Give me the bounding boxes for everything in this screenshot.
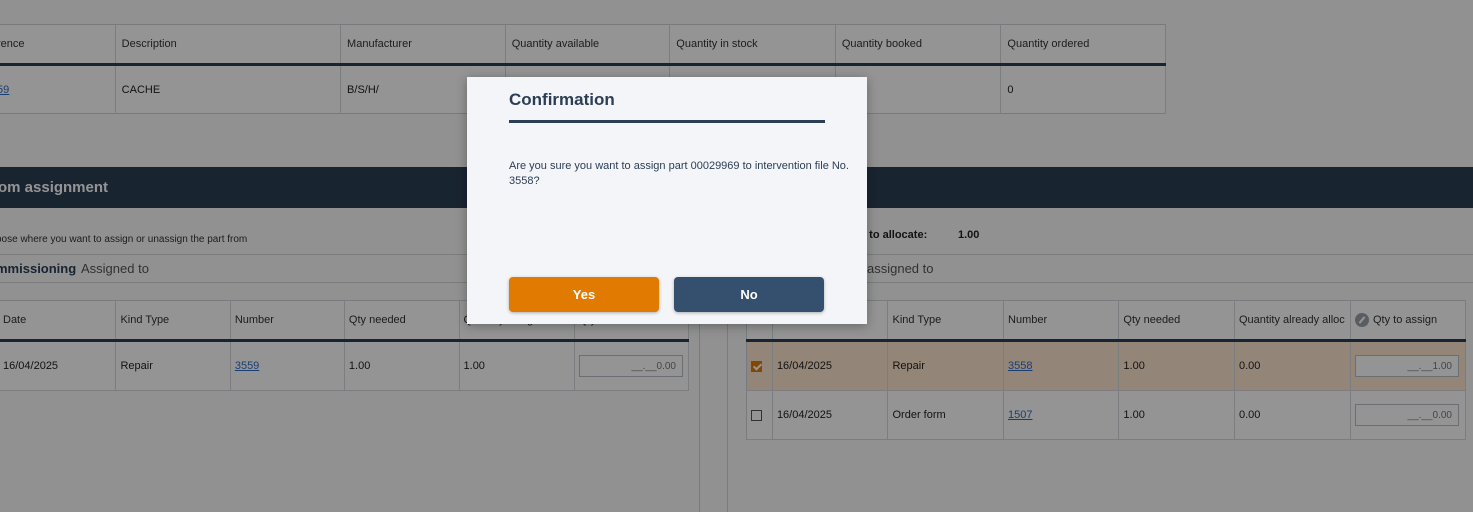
confirmation-dialog: Confirmation Are you sure you want to as… — [467, 77, 867, 324]
yes-button[interactable]: Yes — [509, 277, 659, 312]
dialog-title: Confirmation — [509, 90, 615, 109]
dialog-message: Are you sure you want to assign part 000… — [509, 160, 849, 187]
no-button[interactable]: No — [674, 277, 824, 312]
dialog-title-divider — [509, 120, 825, 123]
